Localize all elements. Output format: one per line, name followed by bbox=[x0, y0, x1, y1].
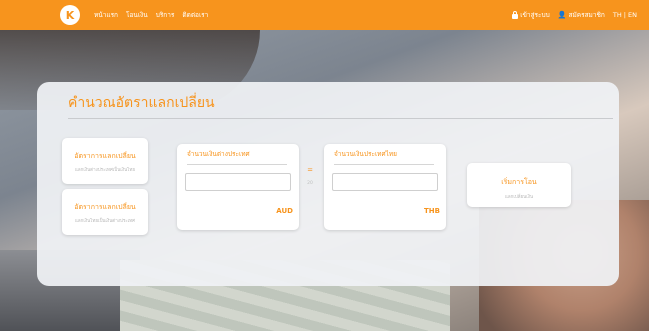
card-divider bbox=[334, 164, 434, 165]
equals-sublabel: 20 bbox=[307, 181, 313, 186]
register-label: สมัครสมาชิก bbox=[568, 11, 605, 19]
foreign-currency-code: AUD bbox=[276, 207, 293, 215]
thai-amount-input[interactable] bbox=[332, 173, 438, 191]
top-navbar: K หน้าแรก โอนเงิน บริการ ติดต่อเรา เข้าส… bbox=[0, 0, 649, 30]
rate-button-foreign-to-thai[interactable]: อัตราการแลกเปลี่ยน แลกเงินต่างประเทศเป็น… bbox=[62, 138, 148, 184]
foreign-amount-card: จำนวนเงินต่างประเทศ AUD bbox=[177, 144, 299, 230]
card-divider bbox=[187, 164, 287, 165]
nav-account: เข้าสู่ระบบ 👤 สมัครสมาชิก TH | EN bbox=[512, 0, 637, 30]
logo-icon[interactable]: K bbox=[60, 5, 80, 25]
start-transfer-sublabel: แลกเปลี่ยนเงิน bbox=[504, 195, 534, 200]
lock-icon bbox=[512, 10, 519, 19]
exchange-calculator-panel: คำนวณอัตราแลกเปลี่ยน อัตราการแลกเปลี่ยน … bbox=[37, 82, 619, 286]
start-transfer-button[interactable]: เริ่มการโอน แลกเปลี่ยนเงิน bbox=[467, 163, 571, 207]
thai-amount-card: จำนวนเงินประเทศไทย THB bbox=[324, 144, 446, 230]
equals-symbol: = bbox=[307, 166, 313, 174]
nav-link-services[interactable]: บริการ bbox=[156, 10, 175, 20]
nav-links: หน้าแรก โอนเงิน บริการ ติดต่อเรา bbox=[94, 0, 208, 30]
foreign-amount-input[interactable] bbox=[185, 173, 291, 191]
rate-button-sublabel: แลกเงินไทยเป็นเงินต่างประเทศ bbox=[74, 219, 136, 224]
nav-link-transfer[interactable]: โอนเงิน bbox=[126, 10, 148, 20]
rate-button-sublabel: แลกเงินต่างประเทศเป็นเงินไทย bbox=[74, 168, 136, 173]
thai-currency-code: THB bbox=[424, 207, 440, 215]
nav-link-contact[interactable]: ติดต่อเรา bbox=[182, 10, 208, 20]
thai-amount-label: จำนวนเงินประเทศไทย bbox=[334, 150, 397, 158]
title-divider bbox=[68, 118, 613, 119]
rate-button-label: อัตราการแลกเปลี่ยน bbox=[74, 203, 136, 211]
login-label: เข้าสู่ระบบ bbox=[520, 11, 550, 19]
language-switch[interactable]: TH | EN bbox=[613, 11, 637, 19]
user-icon: 👤 bbox=[557, 11, 567, 19]
rate-button-thai-to-foreign[interactable]: อัตราการแลกเปลี่ยน แลกเงินไทยเป็นเงินต่า… bbox=[62, 189, 148, 235]
start-transfer-label: เริ่มการโอน bbox=[501, 178, 537, 186]
login-link[interactable]: เข้าสู่ระบบ bbox=[512, 10, 550, 20]
rate-button-label: อัตราการแลกเปลี่ยน bbox=[74, 152, 136, 160]
foreign-amount-label: จำนวนเงินต่างประเทศ bbox=[187, 150, 250, 158]
nav-link-home[interactable]: หน้าแรก bbox=[94, 10, 118, 20]
page-title: คำนวณอัตราแลกเปลี่ยน bbox=[68, 95, 215, 111]
register-link[interactable]: 👤 สมัครสมาชิก bbox=[558, 10, 605, 20]
